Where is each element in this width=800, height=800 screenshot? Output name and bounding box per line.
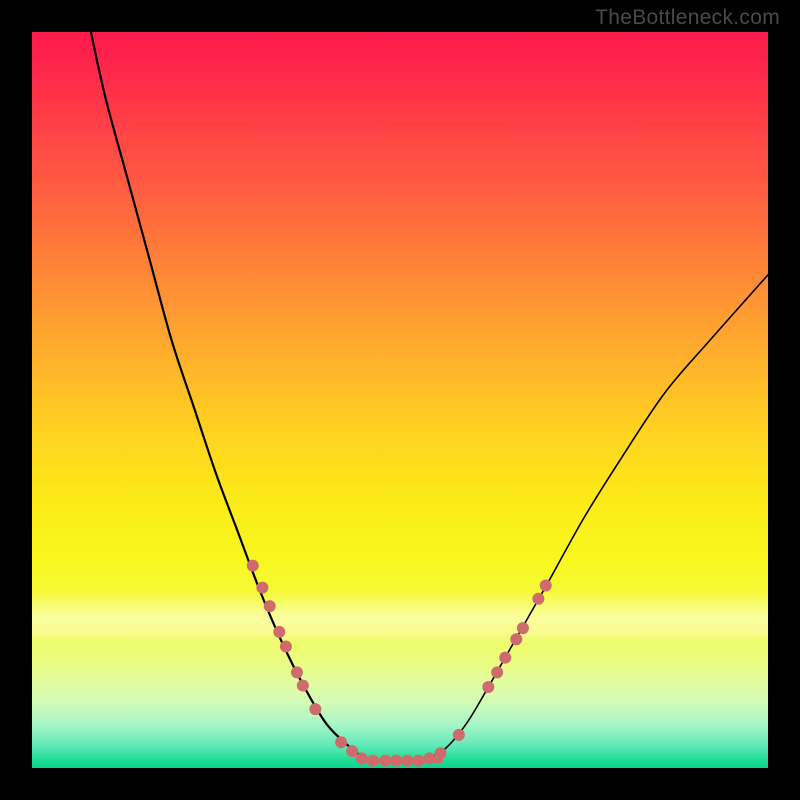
data-point (423, 752, 435, 764)
data-point (280, 641, 292, 653)
curve-left-curve (91, 32, 378, 761)
data-point (517, 622, 529, 634)
data-point (532, 593, 544, 605)
data-point (499, 652, 511, 664)
data-point (335, 736, 347, 748)
data-point (379, 755, 391, 767)
data-point (247, 560, 259, 572)
data-point (390, 755, 402, 767)
data-point (291, 666, 303, 678)
watermark-text: TheBottleneck.com (595, 6, 780, 30)
data-point (412, 755, 424, 767)
chart-svg (32, 32, 768, 768)
data-point (434, 747, 446, 759)
data-point (356, 752, 368, 764)
data-point (346, 745, 358, 757)
data-point (256, 582, 268, 594)
data-point (453, 729, 465, 741)
plot-area (32, 32, 768, 768)
data-point (297, 680, 309, 692)
outer-frame: TheBottleneck.com (0, 0, 800, 800)
data-point (367, 755, 379, 767)
data-point (491, 666, 503, 678)
data-point (482, 681, 494, 693)
curve-right-curve (422, 275, 768, 761)
data-point (273, 626, 285, 638)
data-point (401, 755, 413, 767)
data-point (510, 633, 522, 645)
data-point (540, 579, 552, 591)
data-point (264, 600, 276, 612)
data-point (309, 703, 321, 715)
